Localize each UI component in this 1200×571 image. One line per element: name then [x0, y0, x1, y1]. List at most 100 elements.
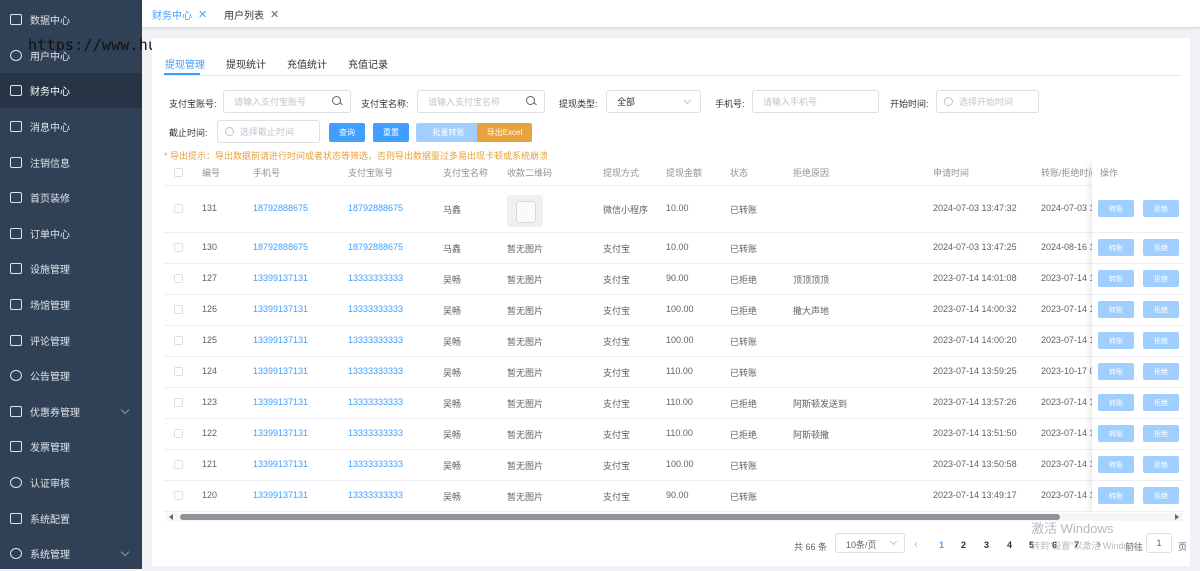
- transfer-button[interactable]: 转账: [1098, 394, 1134, 411]
- page-size-select[interactable]: 10条/页: [835, 533, 905, 553]
- row-checkbox[interactable]: [174, 204, 183, 213]
- sidebar-item-15[interactable]: 系统管理: [0, 536, 142, 571]
- sidebar-item-9[interactable]: 评论管理: [0, 323, 142, 358]
- cell-alipay-account[interactable]: 13333333333: [348, 273, 403, 283]
- transfer-button[interactable]: 转账: [1098, 239, 1134, 256]
- subtab-withdraw-management[interactable]: 提现管理: [165, 56, 205, 71]
- row-checkbox[interactable]: [174, 336, 183, 345]
- select-all-checkbox[interactable]: [174, 168, 183, 177]
- cell-phone[interactable]: 13399137131: [253, 335, 308, 345]
- prev-page-button[interactable]: ‹: [914, 537, 918, 551]
- row-checkbox[interactable]: [174, 367, 183, 376]
- cell-alipay-account[interactable]: 18792888675: [348, 203, 403, 213]
- export-excel-button[interactable]: 导出Excel: [477, 123, 532, 142]
- reject-button[interactable]: 拒绝: [1143, 270, 1179, 287]
- transfer-button[interactable]: 转账: [1098, 456, 1134, 473]
- page-3[interactable]: 3: [984, 540, 989, 550]
- search-icon[interactable]: [332, 96, 342, 106]
- close-icon[interactable]: ✕: [270, 8, 279, 21]
- start-time-picker[interactable]: 选择开始时间: [936, 90, 1039, 113]
- batch-transfer-button[interactable]: 批量转账: [416, 123, 481, 142]
- sidebar-item-2[interactable]: 财务中心: [0, 73, 142, 108]
- sidebar-item-6[interactable]: 订单中心: [0, 216, 142, 251]
- cell-alipay-account[interactable]: 18792888675: [348, 242, 403, 252]
- row-checkbox[interactable]: [174, 398, 183, 407]
- reject-button[interactable]: 拒绝: [1143, 363, 1179, 380]
- cell-phone[interactable]: 13399137131: [253, 366, 308, 376]
- row-checkbox[interactable]: [174, 243, 183, 252]
- subtab-recharge-records[interactable]: 充值记录: [348, 56, 388, 71]
- page-1[interactable]: 1: [939, 540, 944, 550]
- query-button[interactable]: 查询: [329, 123, 365, 142]
- cell-phone[interactable]: 13399137131: [253, 459, 308, 469]
- row-checkbox[interactable]: [174, 429, 183, 438]
- cell-alipay-account[interactable]: 13333333333: [348, 335, 403, 345]
- subtab-withdraw-stats[interactable]: 提现统计: [226, 56, 266, 71]
- horizontal-scrollbar[interactable]: [166, 513, 1182, 521]
- sidebar-item-14[interactable]: 系统配置: [0, 501, 142, 536]
- cell-alipay-account[interactable]: 13333333333: [348, 428, 403, 438]
- sidebar-item-4[interactable]: 注销信息: [0, 145, 142, 180]
- reset-button[interactable]: 重置: [373, 123, 409, 142]
- cell-alipay-account[interactable]: 13333333333: [348, 459, 403, 469]
- page-4[interactable]: 4: [1007, 540, 1012, 550]
- row-checkbox[interactable]: [174, 305, 183, 314]
- subtab-recharge-stats[interactable]: 充值统计: [287, 56, 327, 71]
- sidebar-item-5[interactable]: 首页装修: [0, 180, 142, 215]
- reject-button[interactable]: 拒绝: [1143, 239, 1179, 256]
- cell-phone[interactable]: 13399137131: [253, 490, 308, 500]
- search-icon[interactable]: [526, 96, 536, 106]
- transfer-button[interactable]: 转账: [1098, 363, 1134, 380]
- scroll-right-icon[interactable]: [1175, 514, 1179, 520]
- cell-alipay-account[interactable]: 13333333333: [348, 366, 403, 376]
- sidebar-item-10[interactable]: 公告管理: [0, 358, 142, 393]
- cell-alipay-account[interactable]: 13333333333: [348, 490, 403, 500]
- row-checkbox[interactable]: [174, 491, 183, 500]
- transfer-button[interactable]: 转账: [1098, 332, 1134, 349]
- cell-phone[interactable]: 13399137131: [253, 397, 308, 407]
- reject-button[interactable]: 拒绝: [1143, 425, 1179, 442]
- reject-button[interactable]: 拒绝: [1143, 456, 1179, 473]
- cell-alipay-account[interactable]: 13333333333: [348, 397, 403, 407]
- scrollbar-thumb[interactable]: [180, 514, 1060, 520]
- cell-phone[interactable]: 13399137131: [253, 273, 308, 283]
- transfer-button[interactable]: 转账: [1098, 200, 1134, 217]
- qr-code-image[interactable]: [507, 195, 543, 227]
- transfer-button[interactable]: 转账: [1098, 301, 1134, 318]
- scroll-left-icon[interactable]: [169, 514, 173, 520]
- page-2[interactable]: 2: [961, 540, 966, 550]
- cell-phone[interactable]: 18792888675: [253, 242, 308, 252]
- sidebar-item-8[interactable]: 场馆管理: [0, 287, 142, 322]
- transfer-button[interactable]: 转账: [1098, 487, 1134, 504]
- transfer-button[interactable]: 转账: [1098, 270, 1134, 287]
- row-divider: [1092, 356, 1184, 357]
- row-checkbox[interactable]: [174, 460, 183, 469]
- sidebar-icon: [10, 335, 22, 346]
- reject-button[interactable]: 拒绝: [1143, 200, 1179, 217]
- transfer-button[interactable]: 转账: [1098, 425, 1134, 442]
- sidebar-item-7[interactable]: 设施管理: [0, 251, 142, 286]
- cell-alipay-account[interactable]: 13333333333: [348, 304, 403, 314]
- reject-button[interactable]: 拒绝: [1143, 332, 1179, 349]
- end-time-picker[interactable]: 选择截止时间: [217, 120, 320, 143]
- row-checkbox[interactable]: [174, 274, 183, 283]
- tab-user-list[interactable]: 用户列表 ✕: [224, 0, 279, 28]
- reject-button[interactable]: 拒绝: [1143, 394, 1179, 411]
- cell-phone[interactable]: 13399137131: [253, 428, 308, 438]
- sidebar-item-13[interactable]: 认证审核: [0, 465, 142, 500]
- cell-phone[interactable]: 18792888675: [253, 203, 308, 213]
- goto-page-input[interactable]: 1: [1146, 533, 1172, 553]
- reject-button[interactable]: 拒绝: [1143, 301, 1179, 318]
- withdraw-type-select[interactable]: 全部: [606, 90, 701, 113]
- sidebar-item-12[interactable]: 发票管理: [0, 429, 142, 464]
- tab-finance-center[interactable]: 财务中心 ✕: [152, 0, 207, 28]
- alipay-name-input[interactable]: 请输入支付宝名称: [417, 90, 545, 113]
- cell-phone[interactable]: 13399137131: [253, 304, 308, 314]
- alipay-account-input[interactable]: 请输入支付宝账号: [223, 90, 351, 113]
- sidebar-item-3[interactable]: 消息中心: [0, 109, 142, 144]
- reject-button[interactable]: 拒绝: [1143, 487, 1179, 504]
- phone-input[interactable]: 请输入手机号: [752, 90, 879, 113]
- close-icon[interactable]: ✕: [198, 8, 207, 21]
- sidebar-item-11[interactable]: 优惠券管理: [0, 394, 142, 429]
- sidebar-item-0[interactable]: 数据中心: [0, 2, 142, 37]
